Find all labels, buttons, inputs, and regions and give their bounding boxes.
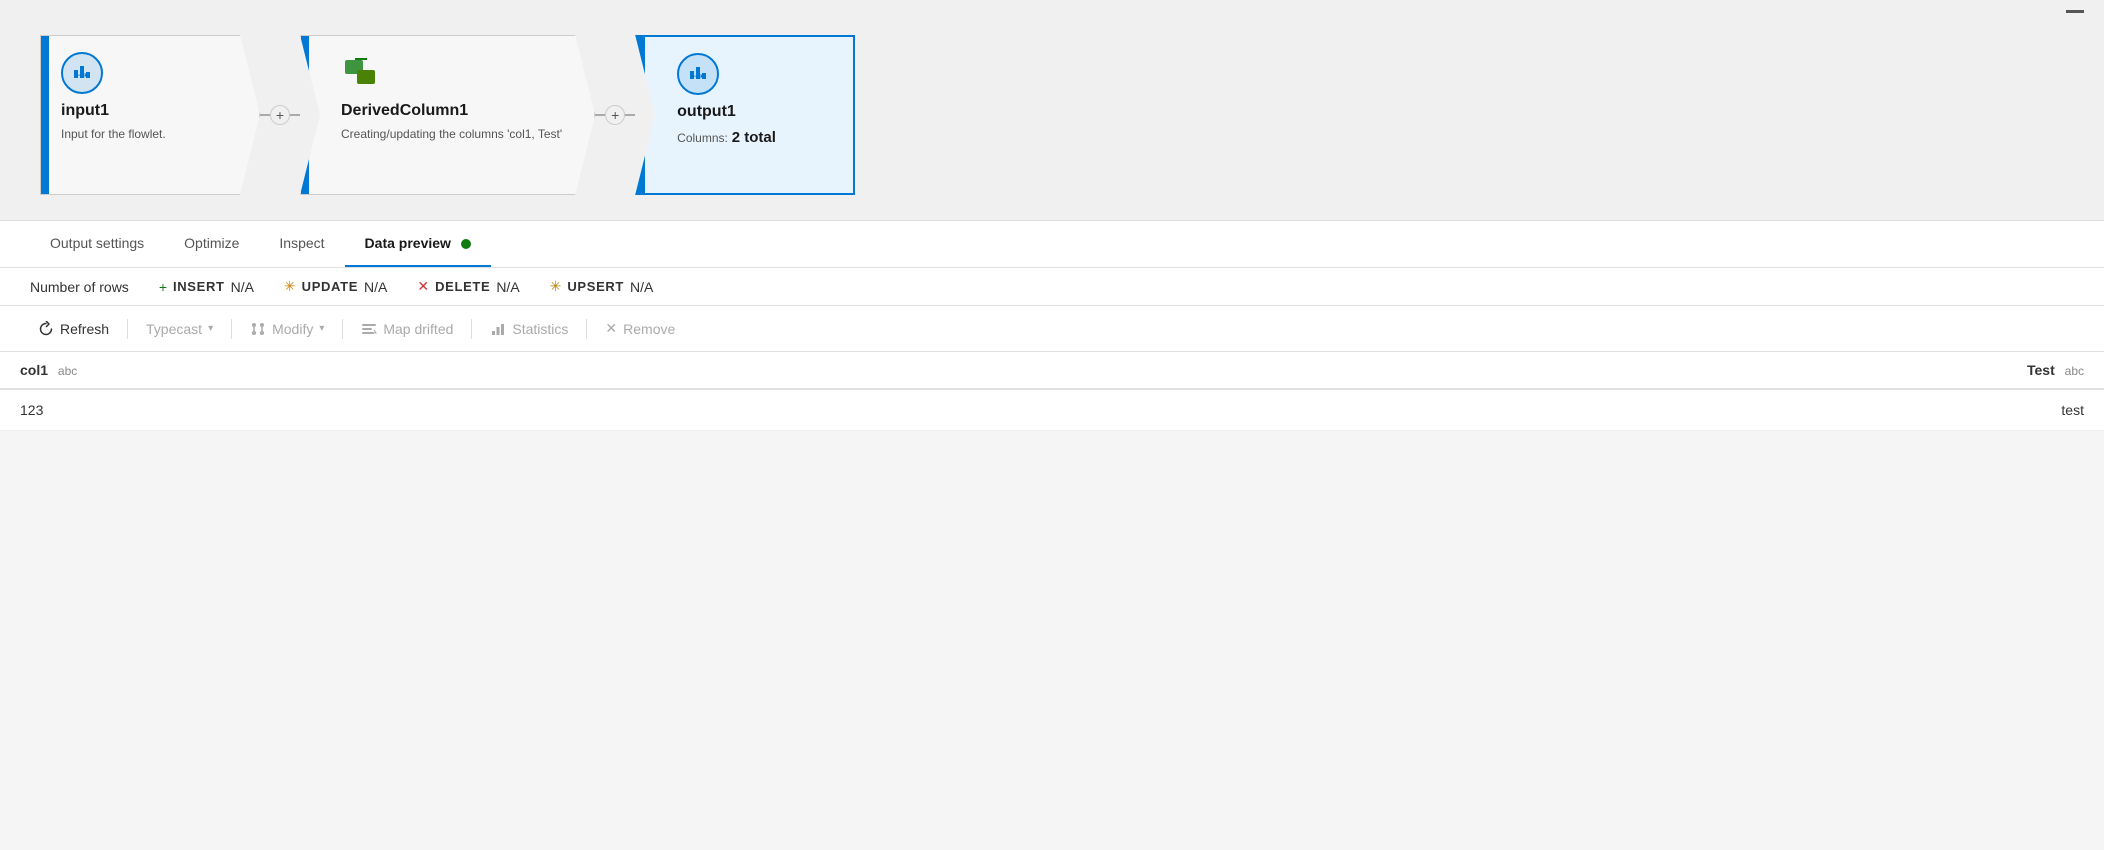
refresh-label: Refresh: [60, 321, 109, 337]
node-card-derived: DerivedColumn1 Creating/updating the col…: [300, 35, 595, 195]
toolbar-sep-5: [586, 319, 587, 339]
cell-test-row0: test: [1053, 389, 2104, 431]
refresh-button[interactable]: Refresh: [24, 315, 123, 343]
modify-button[interactable]: Modify ▾: [236, 315, 338, 343]
upsert-icon: ✳: [550, 278, 562, 295]
tab-optimize[interactable]: Optimize: [164, 221, 259, 267]
upsert-label: UPSERT: [567, 279, 624, 294]
node-output1[interactable]: → output1 Columns: 2 total: [635, 35, 855, 195]
update-operation: ✳ UPDATE N/A: [284, 278, 387, 295]
node-blue-bar-derived: [301, 36, 309, 194]
input-icon: →: [61, 52, 103, 94]
delete-label: DELETE: [435, 279, 490, 294]
table-row: 123 test: [0, 389, 2104, 431]
map-drifted-icon: [361, 321, 377, 337]
toolbar-sep-1: [127, 319, 128, 339]
minimize-button[interactable]: [2066, 10, 2084, 13]
node-card-input1: → input1 Input for the flowlet.: [40, 35, 260, 195]
modify-chevron-icon: ▾: [319, 323, 324, 334]
add-step-2-button[interactable]: +: [605, 105, 625, 125]
node-subtitle-input1: Input for the flowlet.: [61, 126, 227, 143]
tabs-bar: Output settings Optimize Inspect Data pr…: [0, 221, 2104, 268]
node-subtitle-derived: Creating/updating the columns 'col1, Tes…: [341, 126, 562, 143]
statistics-icon: [490, 321, 506, 337]
typecast-button[interactable]: Typecast ▾: [132, 315, 227, 343]
node-title-output1: output1: [677, 103, 821, 121]
row-count-bar: Number of rows + INSERT N/A ✳ UPDATE N/A…: [0, 268, 2104, 306]
toolbar-sep-3: [342, 319, 343, 339]
output-icon: →: [677, 53, 719, 95]
col-header-test: Test abc: [1053, 352, 2104, 389]
node-card-output1: → output1 Columns: 2 total: [635, 35, 855, 195]
data-table-wrap: col1 abc Test abc 123 test: [0, 352, 2104, 431]
map-drifted-button[interactable]: Map drifted: [347, 315, 467, 343]
modify-label: Modify: [272, 321, 313, 337]
insert-value: N/A: [231, 279, 254, 295]
update-icon: ✳: [284, 278, 296, 295]
typecast-chevron-icon: ▾: [208, 323, 213, 334]
upsert-operation: ✳ UPSERT N/A: [550, 278, 654, 295]
remove-x-icon: ✕: [605, 320, 617, 337]
connector-line-2: +: [595, 114, 635, 116]
col-header-col1: col1 abc: [0, 352, 1053, 389]
data-preview-dot: [461, 239, 471, 249]
connector-line-1: +: [260, 114, 300, 116]
statistics-button[interactable]: Statistics: [476, 315, 582, 343]
add-step-1-button[interactable]: +: [270, 105, 290, 125]
node-title-derived: DerivedColumn1: [341, 102, 562, 120]
update-value: N/A: [364, 279, 387, 295]
remove-label: Remove: [623, 321, 675, 337]
node-blue-bar-output: [637, 37, 645, 193]
toolbar: Refresh Typecast ▾ Modify ▾: [0, 306, 2104, 352]
insert-icon: +: [159, 279, 167, 295]
insert-label: INSERT: [173, 279, 225, 294]
node-input1[interactable]: → input1 Input for the flowlet.: [40, 35, 260, 195]
derived-column-icon: [341, 52, 383, 94]
node-title-input1: input1: [61, 102, 227, 120]
modify-icon: [250, 321, 266, 337]
update-label: UPDATE: [302, 279, 358, 294]
toolbar-sep-2: [231, 319, 232, 339]
insert-operation: + INSERT N/A: [159, 279, 254, 295]
map-drifted-label: Map drifted: [383, 321, 453, 337]
tab-output-settings[interactable]: Output settings: [30, 221, 164, 267]
connector-1: +: [260, 114, 300, 116]
connector-2: +: [595, 114, 635, 116]
toolbar-sep-4: [471, 319, 472, 339]
delete-icon: ✕: [417, 278, 429, 295]
node-subtitle-output1: Columns: 2 total: [677, 127, 821, 148]
pipeline-canvas: → input1 Input for the flowlet. +: [0, 0, 2104, 220]
upsert-value: N/A: [630, 279, 653, 295]
remove-button[interactable]: ✕ Remove: [591, 314, 689, 343]
bottom-panel: Output settings Optimize Inspect Data pr…: [0, 220, 2104, 431]
svg-text:→: →: [689, 63, 707, 83]
delete-value: N/A: [496, 279, 519, 295]
delete-operation: ✕ DELETE N/A: [417, 278, 519, 295]
statistics-label: Statistics: [512, 321, 568, 337]
data-table: col1 abc Test abc 123 test: [0, 352, 2104, 431]
typecast-label: Typecast: [146, 321, 202, 337]
refresh-icon: [38, 321, 54, 337]
tab-inspect[interactable]: Inspect: [259, 221, 344, 267]
cell-col1-row0: 123: [0, 389, 1053, 431]
node-derived-column1[interactable]: DerivedColumn1 Creating/updating the col…: [300, 35, 595, 195]
tab-data-preview[interactable]: Data preview: [345, 221, 491, 267]
node-blue-bar: [41, 36, 49, 194]
table-header-row: col1 abc Test abc: [0, 352, 2104, 389]
row-count-label: Number of rows: [30, 279, 129, 295]
